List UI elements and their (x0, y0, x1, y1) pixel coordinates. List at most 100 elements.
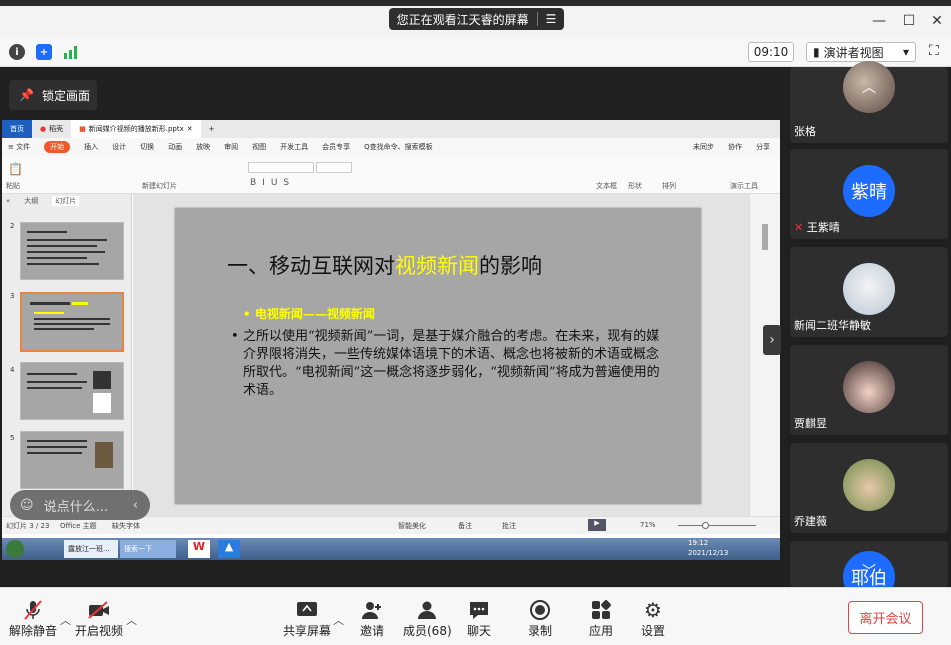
leave-meeting-button[interactable]: 离开会议 (848, 601, 923, 634)
participant-panel: ︿ 张格 紫晴 ✕ 王紫晴 新闻二班华静敏 贾麒昱 乔建薇 耶伯 ﹀ (788, 61, 951, 587)
menu-view[interactable]: 视图 (252, 142, 266, 152)
slide-bullet-heading: • 电视新闻——视频新闻 (243, 307, 375, 321)
fullscreen-icon[interactable]: ⛶ (929, 43, 939, 59)
scrollbar[interactable] (762, 224, 768, 250)
members-button[interactable]: 成员(68) (403, 598, 452, 639)
members-icon (415, 598, 439, 622)
beautify-button[interactable]: 智能美化 (398, 521, 426, 531)
wps-icon[interactable]: W (188, 540, 210, 558)
chevron-down-icon: ▾ (902, 45, 909, 59)
start-video-button[interactable]: 开启视频 (75, 598, 123, 639)
textbox-label[interactable]: 文本框 (596, 181, 617, 191)
tab-outline[interactable]: 大纲 (24, 196, 38, 206)
maximize-icon[interactable]: ☐ (898, 10, 920, 32)
participant-tile[interactable]: 贾麒昱 (790, 345, 948, 435)
shield-icon[interactable]: + (36, 44, 52, 60)
format-buttons[interactable]: BIUS (250, 178, 295, 188)
invite-button[interactable]: 邀请 (360, 598, 384, 639)
paste-icon[interactable]: 📋 (8, 162, 23, 176)
mic-muted-icon: ✕ (794, 221, 804, 234)
windows-taskbar: 露放江一班... 搜索一下 W ▲ 19:12 2021/12/13 (2, 538, 780, 560)
taskbar-item[interactable]: 露放江一班... (64, 540, 118, 558)
menu-file[interactable]: ≡ 文件 (8, 142, 30, 152)
banner-menu-icon[interactable]: ☰ (546, 12, 557, 26)
font-size-select[interactable] (316, 162, 352, 173)
share-screen-button[interactable]: 共享屏幕 (283, 598, 331, 639)
chevron-up-icon[interactable]: ︿ (126, 612, 137, 628)
chat-button[interactable]: 聊天 (467, 598, 491, 639)
menu-collab[interactable]: 协作 (728, 142, 742, 152)
wps-ribbon: 📋 粘贴 新建幻灯片 BIUS 文本框 形状 排列 演示工具 (2, 156, 780, 194)
chevron-down-icon[interactable]: ﹀ (862, 561, 876, 581)
current-slide[interactable]: 一、移动互联网对视频新闻的影响 • 电视新闻——视频新闻 • 之所以使用“视频新闻… (175, 208, 701, 504)
tencent-meeting-icon[interactable]: ▲ (218, 540, 240, 558)
sharing-banner: 您正在观看江天睿的屏幕 ☰ (389, 8, 564, 30)
menu-devtools[interactable]: 开发工具 (280, 142, 308, 152)
emoji-icon[interactable]: ☺ (20, 498, 34, 513)
apps-button[interactable]: 应用 (589, 598, 613, 639)
chevron-left-icon[interactable]: « (6, 197, 10, 205)
menu-share[interactable]: 分享 (756, 142, 770, 152)
tab-slides[interactable]: 幻灯片 (52, 196, 80, 206)
menu-start[interactable]: 开始 (44, 141, 71, 153)
gear-icon: ⚙ (644, 598, 662, 622)
chat-input[interactable]: ☺ 说点什么... ‹ (10, 490, 150, 520)
shape-label[interactable]: 形状 (628, 181, 642, 191)
menu-transition[interactable]: 切换 (140, 142, 154, 152)
start-icon[interactable] (6, 540, 24, 558)
avatar (843, 459, 895, 511)
menu-design[interactable]: 设计 (112, 142, 126, 152)
menu-member[interactable]: 会员专享 (322, 142, 350, 152)
lock-view-button[interactable]: 📌 锁定画面 (9, 80, 97, 110)
info-icon[interactable]: i (9, 44, 25, 60)
slide-thumbnail[interactable] (20, 362, 124, 420)
missing-font-button[interactable]: 缺失字体 (112, 521, 140, 531)
participant-tile[interactable]: 新闻二班华静敏 (790, 247, 948, 337)
new-slide-label[interactable]: 新建幻灯片 (142, 181, 177, 191)
comment-button[interactable]: 批注 (502, 521, 516, 531)
slide-thumbnail[interactable] (20, 222, 124, 280)
participant-tile[interactable]: 乔建薇 (790, 443, 948, 533)
signal-icon[interactable] (64, 45, 80, 59)
zoom-slider[interactable] (678, 525, 756, 526)
tab-document[interactable]: ■ 新闻媒介视频的播放新形.pptx ✕ (71, 120, 201, 138)
slide-title: 一、移动互联网对视频新闻的影响 (227, 254, 542, 278)
font-family-select[interactable] (248, 162, 314, 173)
menu-review[interactable]: 审阅 (224, 142, 238, 152)
close-icon[interactable]: ✕ (926, 10, 948, 32)
settings-button[interactable]: ⚙ 设置 (641, 598, 665, 639)
menu-search[interactable]: Q查找命令、搜索模板 (364, 142, 433, 152)
minimize-icon[interactable]: — (868, 10, 890, 32)
arrange-label[interactable]: 排列 (662, 181, 676, 191)
taskbar-item[interactable]: 搜索一下 (120, 540, 176, 558)
new-tab-button[interactable]: + (201, 120, 223, 138)
chevron-up-icon[interactable]: ︿ (333, 612, 344, 628)
zoom-slider-thumb[interactable] (702, 522, 709, 529)
chat-icon (467, 598, 491, 622)
slide-thumbnail-active[interactable] (20, 292, 124, 352)
view-mode-dropdown[interactable]: ▮ 演讲者视图 ▾ (806, 42, 916, 62)
avatar (843, 361, 895, 413)
menu-animation[interactable]: 动画 (168, 142, 182, 152)
slide-editor-area: 一、移动互联网对视频新闻的影响 • 电视新闻——视频新闻 • 之所以使用“视频新闻… (133, 194, 749, 516)
chevron-up-icon[interactable]: ︿ (60, 612, 71, 628)
apps-icon (589, 598, 613, 622)
play-tools-label[interactable]: 演示工具 (730, 181, 758, 191)
play-icon[interactable]: ▶ (588, 519, 606, 531)
panel-collapse-handle[interactable]: › (763, 325, 781, 355)
menu-insert[interactable]: 插入 (84, 142, 98, 152)
tab-docer[interactable]: ● 稻壳 (32, 120, 71, 138)
participant-tile[interactable]: ︿ 张格 (790, 61, 948, 143)
meeting-toolbar: 解除静音 ︿ 开启视频 ︿ 共享屏幕 ︿ 邀请 成员(68) 聊天 录制 应用 … (0, 587, 951, 645)
tab-home[interactable]: 首页 (2, 120, 32, 138)
record-button[interactable]: 录制 (528, 598, 552, 639)
menu-slideshow[interactable]: 放映 (196, 142, 210, 152)
unmute-button[interactable]: 解除静音 (9, 598, 57, 639)
participant-tile[interactable]: 耶伯 ﹀ (790, 541, 948, 587)
chevron-up-icon[interactable]: ︿ (862, 77, 876, 97)
menu-unsync[interactable]: 未同步 (693, 142, 714, 152)
notes-button[interactable]: 备注 (458, 521, 472, 531)
participant-tile[interactable]: 紫晴 ✕ 王紫晴 (790, 149, 948, 239)
chevron-left-icon[interactable]: ‹ (133, 498, 138, 513)
slide-thumbnail[interactable] (20, 431, 124, 489)
